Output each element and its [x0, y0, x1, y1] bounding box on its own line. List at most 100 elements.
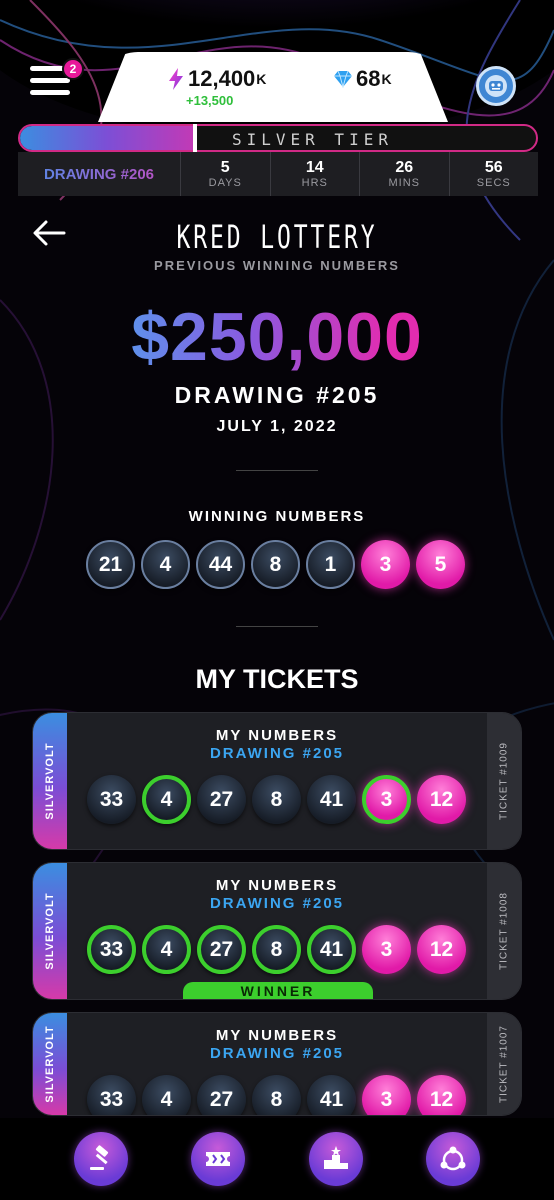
ticket-brand: SILVERVOLT — [44, 742, 56, 820]
robot-avatar-icon — [485, 75, 507, 97]
ticket-number: TICKET #1009 — [498, 742, 510, 820]
ticket-drawing: DRAWING #205 — [209, 895, 345, 912]
countdown-minutes: 26 MINS — [359, 152, 449, 196]
ticket-ball: 4 — [142, 925, 191, 974]
podium-icon — [323, 1146, 348, 1169]
ticket-brand: SILVERVOLT — [44, 892, 56, 970]
ticket-ball: 27 — [197, 1075, 246, 1115]
ticket-bonus-ball: 12 — [417, 925, 466, 974]
ticket-number-strip: TICKET #1009 — [487, 713, 521, 849]
next-drawing-label: DRAWING #206 — [18, 152, 180, 196]
nav-leaderboard[interactable] — [308, 1132, 363, 1186]
diamond-icon — [334, 70, 352, 88]
gems-suffix: K — [381, 71, 392, 87]
winning-ball: 44 — [196, 540, 245, 589]
ticket-brand: SILVERVOLT — [44, 1025, 56, 1103]
divider — [236, 626, 318, 627]
ticket-heading: MY NUMBERS — [215, 727, 339, 744]
tier-progress-fill — [20, 126, 193, 150]
ticket-ball: 27 — [197, 925, 246, 974]
ticket-drawing: DRAWING #205 — [209, 745, 345, 762]
jackpot-amount: $250,000 — [0, 298, 554, 376]
nav-auction[interactable] — [73, 1132, 128, 1186]
back-arrow-icon[interactable] — [32, 218, 66, 248]
ticket-bonus-ball: 12 — [417, 775, 466, 824]
ticket-ball: 4 — [142, 775, 191, 824]
ticket-numbers: 33 4 27 8 41 3 12 — [87, 1075, 466, 1115]
countdown-days: 5 DAYS — [180, 152, 270, 196]
gems-balance: 68 K — [334, 66, 392, 92]
ticket-bonus-ball: 12 — [417, 1075, 466, 1115]
drawing-date: JULY 1, 2022 — [216, 418, 338, 435]
ticket-ball: 33 — [87, 925, 136, 974]
tier-progress-bar: SILVER TIER — [18, 124, 538, 152]
ticket-ball: 8 — [252, 925, 301, 974]
ticket-number-strip: TICKET #1008 — [487, 863, 521, 999]
volts-gain: +13,500 — [186, 93, 234, 108]
drawing-number: DRAWING #205 — [174, 382, 380, 408]
gems-value: 68 — [356, 66, 381, 91]
ticket-ball: 33 — [87, 1075, 136, 1115]
countdown-value: 56 — [484, 159, 503, 176]
volts-suffix: K — [256, 71, 267, 87]
ticket-ball: 8 — [252, 1075, 301, 1115]
ticket-numbers: 33 4 27 8 41 3 12 — [87, 925, 466, 974]
bonus-ball: 5 — [416, 540, 465, 589]
ticket-card[interactable]: SILVERVOLT TICKET #1008 MY NUMBERS DRAWING … — [32, 862, 522, 1000]
winning-ball: 4 — [141, 540, 190, 589]
volts-balance: 12,400 K — [168, 66, 266, 92]
countdown-unit: SECS — [476, 177, 511, 189]
profile-avatar[interactable] — [476, 66, 516, 106]
page-subtitle: PREVIOUS WINNING NUMBERS — [154, 258, 400, 273]
ticket-bonus-ball: 3 — [362, 925, 411, 974]
tier-label: SILVER TIER — [232, 130, 393, 149]
countdown-unit: MINS — [388, 177, 420, 189]
ticket-ball: 4 — [142, 1075, 191, 1115]
winning-ball: 21 — [86, 540, 135, 589]
ticket-card[interactable]: SILVERVOLT TICKET #1009 MY NUMBERS DRAWING … — [32, 712, 522, 850]
ticket-ball: 33 — [87, 775, 136, 824]
ticket-bonus-ball: 3 — [362, 775, 411, 824]
balance-panel — [98, 52, 448, 122]
tier-progress-marker — [192, 124, 197, 152]
nav-lottery[interactable] — [191, 1132, 246, 1186]
ticket-bonus-ball: 3 — [362, 1075, 411, 1115]
bottom-nav — [0, 1118, 554, 1200]
ticket-ball: 41 — [307, 775, 356, 824]
countdown-seconds: 56 SECS — [448, 152, 539, 196]
ticket-heading: MY NUMBERS — [215, 1027, 339, 1044]
gavel-icon — [89, 1145, 108, 1170]
countdown-value: 26 — [395, 159, 414, 176]
winning-numbers: 21 4 44 8 1 3 5 — [86, 540, 465, 589]
ticket-ball: 41 — [307, 1075, 356, 1115]
ticket-brand-strip: SILVERVOLT — [33, 863, 67, 999]
ticket-ball: 8 — [252, 775, 301, 824]
drawing-countdown: DRAWING #206 5 DAYS 14 HRS 26 MINS 56 SE… — [18, 152, 538, 196]
winning-ball: 8 — [251, 540, 300, 589]
winning-numbers-label: WINNING NUMBERS — [188, 508, 366, 525]
ticket-icon — [206, 1152, 231, 1166]
lightning-icon — [169, 68, 183, 90]
ticket-ball: 41 — [307, 925, 356, 974]
ticket-brand-strip: SILVERVOLT — [33, 713, 67, 849]
ticket-ball: 27 — [197, 775, 246, 824]
nav-community[interactable] — [426, 1132, 481, 1186]
ticket-brand-strip: SILVERVOLT — [33, 1013, 67, 1115]
ticket-heading: MY NUMBERS — [215, 877, 339, 894]
countdown-unit: HRS — [301, 177, 328, 189]
countdown-value: 14 — [305, 159, 324, 176]
winning-ball: 1 — [306, 540, 355, 589]
ticket-numbers: 33 4 27 8 41 3 12 — [87, 775, 466, 824]
countdown-unit: DAYS — [208, 177, 242, 189]
countdown-value: 5 — [220, 159, 230, 176]
community-icon — [440, 1146, 466, 1171]
ticket-number-strip: TICKET #1007 — [487, 1013, 521, 1115]
ticket-number: TICKET #1007 — [498, 1025, 510, 1103]
divider — [236, 470, 318, 471]
countdown-hours: 14 HRS — [269, 152, 360, 196]
ticket-number: TICKET #1008 — [498, 892, 510, 970]
my-tickets-heading: MY TICKETS — [195, 664, 359, 694]
ticket-card[interactable]: SILVERVOLT TICKET #1007 MY NUMBERS DRAWING … — [32, 1012, 522, 1116]
winner-badge: WINNER — [183, 982, 373, 999]
volts-value: 12,400 — [188, 66, 256, 91]
